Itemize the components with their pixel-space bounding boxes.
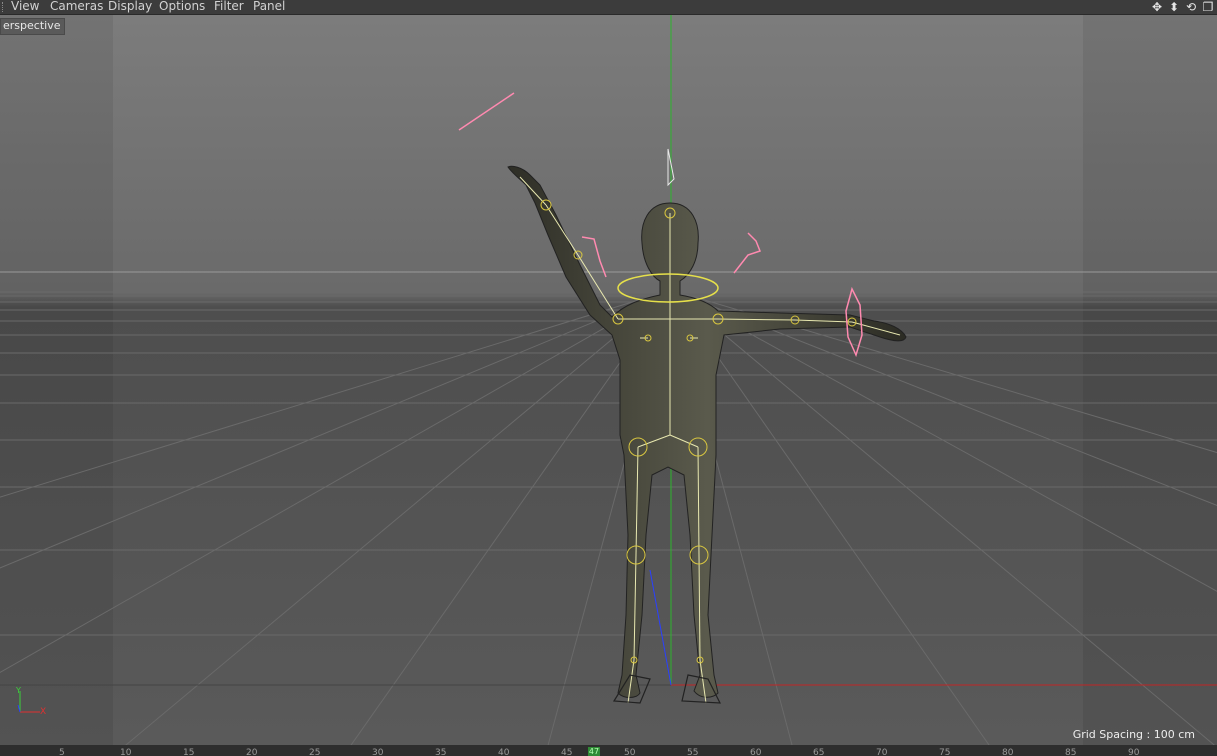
timeline-tick: 65 bbox=[813, 748, 825, 756]
camera-label[interactable]: erspective bbox=[0, 18, 66, 35]
current-frame-marker[interactable]: 47 bbox=[588, 747, 600, 756]
timeline-tick: 35 bbox=[435, 748, 447, 756]
menu-panel[interactable]: Panel bbox=[253, 0, 285, 13]
menu-view[interactable]: View bbox=[11, 0, 39, 13]
timeline-tick: 45 bbox=[561, 748, 573, 756]
timeline-tick: 5 bbox=[59, 748, 65, 756]
timeline-tick: 90 bbox=[1128, 748, 1140, 756]
maximize-icon[interactable]: ❐ bbox=[1201, 0, 1215, 14]
timeline-tick: 70 bbox=[876, 748, 888, 756]
timeline-tick: 25 bbox=[309, 748, 321, 756]
axis-y-label: Y bbox=[16, 686, 21, 695]
timeline-ruler[interactable]: 5 10 15 20 25 30 35 40 45 47 50 55 60 65… bbox=[0, 745, 1217, 756]
dolly-icon[interactable]: ⬍ bbox=[1167, 0, 1181, 14]
menu-options[interactable]: Options bbox=[159, 0, 205, 13]
axis-x-label: X bbox=[40, 707, 47, 717]
menu-cameras[interactable]: Cameras bbox=[50, 0, 103, 13]
timeline-tick: 20 bbox=[246, 748, 258, 756]
timeline-tick: 50 bbox=[624, 748, 636, 756]
rotate-icon[interactable]: ⟲ bbox=[1184, 0, 1198, 14]
timeline-tick: 10 bbox=[120, 748, 132, 756]
viewport-window: View Cameras Display Options Filter Pane… bbox=[0, 0, 1217, 756]
timeline-tick: 15 bbox=[183, 748, 195, 756]
menu-filter[interactable]: Filter bbox=[214, 0, 244, 13]
timeline-tick: 60 bbox=[750, 748, 762, 756]
perspective-viewport[interactable]: erspective Y X Grid Spacing : 100 cm bbox=[0, 15, 1217, 745]
timeline-tick: 85 bbox=[1065, 748, 1077, 756]
grid-spacing-label: Grid Spacing : 100 cm bbox=[1072, 728, 1195, 741]
timeline-tick: 55 bbox=[687, 748, 699, 756]
viewport-scene bbox=[0, 15, 1217, 745]
timeline-tick: 80 bbox=[1002, 748, 1014, 756]
move-icon[interactable]: ✥ bbox=[1150, 0, 1164, 14]
timeline-tick: 75 bbox=[939, 748, 951, 756]
navigation-icons: ✥ ⬍ ⟲ ❐ bbox=[1150, 0, 1215, 14]
timeline-tick: 40 bbox=[498, 748, 510, 756]
menu-display[interactable]: Display bbox=[108, 0, 152, 13]
viewport-menubar: View Cameras Display Options Filter Pane… bbox=[0, 0, 1217, 15]
menubar-grip[interactable] bbox=[2, 2, 6, 12]
timeline-tick: 30 bbox=[372, 748, 384, 756]
